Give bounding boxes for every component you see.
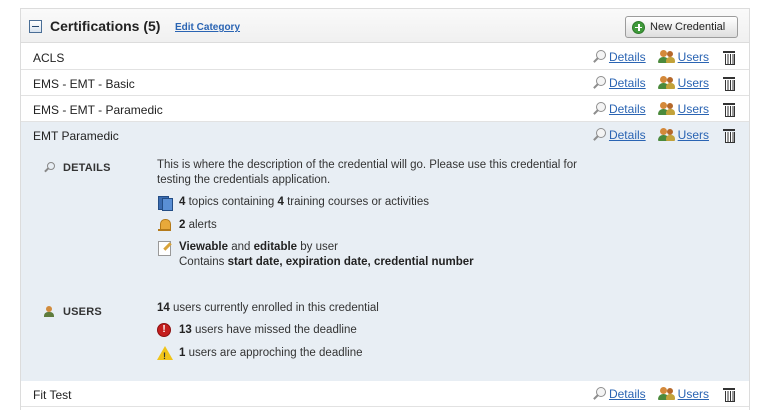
details-label: Details <box>608 127 646 142</box>
new-credential-button[interactable]: New Credential <box>625 16 738 38</box>
details-link[interactable]: Details <box>591 75 646 90</box>
users-icon <box>657 75 676 90</box>
new-credential-label: New Credential <box>650 21 726 33</box>
panel-title: Certifications (5) <box>50 18 161 34</box>
users-link[interactable]: Users <box>657 49 709 64</box>
description-line-2: testing the credentials application. <box>157 174 331 186</box>
trash-icon[interactable] <box>723 76 735 91</box>
user-icon <box>43 306 55 318</box>
credential-name: EMS - EMT - Paramedic <box>33 103 163 117</box>
magnifier-icon <box>591 127 607 142</box>
permissions-line: Viewable and editable by user Contains s… <box>157 240 474 270</box>
users-icon <box>657 386 676 401</box>
credential-row: ACLS Details Users <box>21 44 749 70</box>
row-actions: Details Users <box>579 386 735 402</box>
trash-icon[interactable] <box>723 128 735 143</box>
users-label: Users <box>677 386 709 401</box>
edit-category-link[interactable]: Edit Category <box>175 22 240 33</box>
row-actions: Details Users <box>579 127 735 143</box>
magnifier-icon <box>591 101 607 116</box>
panel-header: Certifications (5) Edit Category New Cre… <box>21 9 749 43</box>
certifications-panel: Certifications (5) Edit Category New Cre… <box>20 8 750 410</box>
approaching-line: ! 1 users are approching the deadline <box>157 346 363 361</box>
plus-circle-icon <box>632 20 645 34</box>
row-actions: Details Users <box>579 101 735 117</box>
details-heading: DETAILS <box>63 162 111 174</box>
topics-line: 4 topics containing 4 training courses o… <box>157 195 429 211</box>
trash-icon[interactable] <box>723 387 735 402</box>
users-label: Users <box>677 49 709 64</box>
users-link[interactable]: Users <box>657 127 709 142</box>
bell-icon <box>157 218 173 233</box>
users-label: Users <box>677 75 709 90</box>
users-label: Users <box>677 127 709 142</box>
users-link[interactable]: Users <box>657 386 709 401</box>
credential-row: EMS - EMT - Basic Details Users <box>21 70 749 96</box>
credential-row-expanded: EMT Paramedic Details Users <box>21 122 749 148</box>
users-icon <box>657 101 676 116</box>
details-label: Details <box>608 386 646 401</box>
magnifier-icon <box>591 49 607 64</box>
expanded-credential: EMT Paramedic Details Users DETAILS This… <box>21 122 749 388</box>
credential-name: Fit Test <box>33 388 72 402</box>
users-label: Users <box>677 101 709 116</box>
magnifier-icon <box>591 386 607 401</box>
users-link[interactable]: Users <box>657 75 709 90</box>
users-icon <box>657 49 676 64</box>
edit-document-icon <box>157 240 173 256</box>
users-link[interactable]: Users <box>657 101 709 116</box>
users-heading: USERS <box>63 306 102 318</box>
details-link[interactable]: Details <box>591 386 646 401</box>
trash-icon[interactable] <box>723 102 735 117</box>
details-section-label: DETAILS <box>43 162 111 174</box>
details-link[interactable]: Details <box>591 49 646 64</box>
users-icon <box>657 127 676 142</box>
details-label: Details <box>608 101 646 116</box>
details-link[interactable]: Details <box>591 127 646 142</box>
enrolled-line: 14 users currently enrolled in this cred… <box>157 302 379 314</box>
details-label: Details <box>608 49 646 64</box>
magnifier-icon <box>591 75 607 90</box>
row-actions: Details Users <box>579 49 735 65</box>
credential-row: EMS - EMT - Paramedic Details Users <box>21 96 749 122</box>
description-line-1: This is where the description of the cre… <box>157 159 577 171</box>
alerts-line: 2 alerts <box>157 218 217 233</box>
credential-description: This is where the description of the cre… <box>157 158 577 188</box>
users-section-label: USERS <box>43 306 102 318</box>
missed-line: ! 13 users have missed the deadline <box>157 323 357 338</box>
pin-icon <box>43 162 55 174</box>
details-label: Details <box>608 75 646 90</box>
credential-name: ACLS <box>33 51 65 65</box>
error-circle-icon: ! <box>157 323 171 337</box>
book-icon <box>157 195 173 211</box>
details-link[interactable]: Details <box>591 101 646 116</box>
credential-name: EMS - EMT - Basic <box>33 77 135 91</box>
trash-icon[interactable] <box>723 50 735 65</box>
collapse-icon[interactable] <box>29 20 42 33</box>
credential-name: EMT Paramedic <box>33 129 119 143</box>
row-actions: Details Users <box>579 75 735 91</box>
credential-row: Fit Test Details Users <box>21 381 749 407</box>
warning-triangle-icon: ! <box>157 346 173 361</box>
